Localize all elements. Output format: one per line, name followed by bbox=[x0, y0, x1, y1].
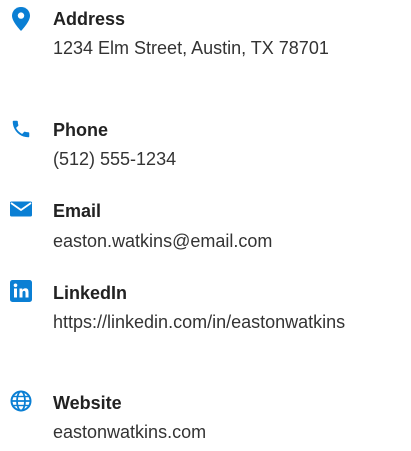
phone-icon bbox=[8, 116, 34, 142]
globe-icon bbox=[8, 388, 34, 414]
address-value: 1234 Elm Street, Austin, TX 78701 bbox=[53, 38, 329, 58]
linkedin-value: https://linkedin.com/in/eastonwatkins bbox=[53, 312, 346, 332]
envelope-icon bbox=[8, 196, 34, 222]
linkedin-label: LinkedIn bbox=[53, 283, 128, 303]
location-pin-icon bbox=[8, 6, 34, 32]
phone-value: (512) 555-1234 bbox=[53, 149, 177, 169]
website-label: Website bbox=[53, 393, 122, 413]
website-value: eastonwatkins.com bbox=[53, 422, 207, 442]
linkedin-icon bbox=[8, 278, 34, 304]
email-label: Email bbox=[53, 201, 102, 221]
phone-label: Phone bbox=[53, 120, 109, 140]
address-label: Address bbox=[53, 9, 126, 29]
email-value: easton.watkins@email.com bbox=[53, 231, 273, 251]
